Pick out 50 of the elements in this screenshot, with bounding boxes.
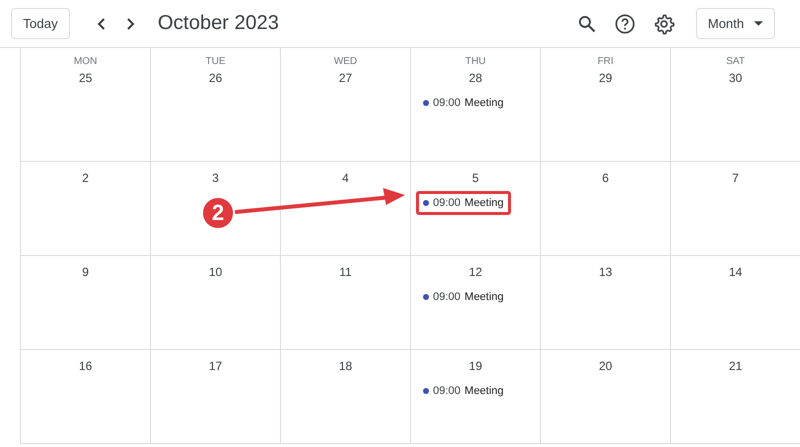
- day-number: 29: [598, 70, 612, 87]
- event-time: 09:00: [433, 196, 461, 211]
- day-number: 13: [598, 264, 612, 281]
- event-chip[interactable]: 09:00 Meeting: [416, 379, 511, 403]
- day-number: 14: [728, 264, 742, 281]
- event-title: Meeting: [464, 290, 504, 305]
- view-dropdown[interactable]: Month: [696, 8, 775, 39]
- event-time: 09:00: [433, 96, 461, 111]
- event-chip[interactable]: 09:00 Meeting: [416, 285, 511, 309]
- day-number: 19: [468, 358, 482, 375]
- day-number: 10: [208, 264, 222, 281]
- weekday-label: MON: [72, 55, 98, 69]
- day-number: 21: [728, 358, 742, 375]
- day-number: 20: [598, 358, 612, 375]
- event-title: Meeting: [464, 196, 504, 211]
- day-number: 26: [208, 70, 222, 87]
- event-title: Meeting: [464, 96, 504, 111]
- settings-icon[interactable]: [652, 12, 675, 34]
- day-number: 4: [342, 170, 349, 187]
- day-number: 3: [212, 170, 219, 187]
- day-number: 27: [338, 70, 352, 87]
- search-icon[interactable]: [576, 14, 597, 34]
- weekday-label: FRI: [596, 55, 615, 69]
- help-icon[interactable]: [614, 12, 636, 34]
- weekday-label: THU: [464, 55, 487, 69]
- caret-icon: [754, 21, 763, 26]
- day-number: 12: [468, 264, 482, 281]
- day-number: 7: [732, 170, 739, 187]
- event-chip[interactable]: 09:00 Meeting: [416, 91, 511, 115]
- day-number: 16: [78, 358, 92, 375]
- event-chip[interactable]: 09:00 Meeting: [416, 191, 511, 215]
- day-number: 9: [82, 264, 89, 281]
- day-number: 18: [338, 358, 352, 375]
- day-number: 25: [78, 70, 92, 87]
- day-number: 30: [728, 70, 742, 87]
- day-number: 11: [339, 264, 352, 281]
- step-badge: 2: [201, 196, 235, 230]
- day-number: 17: [208, 358, 222, 375]
- month-title: October 2023: [158, 12, 279, 35]
- event-title: Meeting: [464, 384, 504, 399]
- event-time: 09:00: [433, 384, 461, 399]
- weekday-label: WED: [332, 55, 358, 69]
- day-number: 6: [602, 170, 609, 187]
- weekday-label: SAT: [725, 55, 746, 69]
- weekday-label: TUE: [204, 55, 226, 69]
- event-time: 09:00: [433, 290, 461, 305]
- today-button[interactable]: Today: [11, 8, 70, 39]
- day-number: 28: [468, 70, 482, 87]
- day-number: 2: [82, 170, 89, 187]
- day-number: 5: [472, 170, 479, 187]
